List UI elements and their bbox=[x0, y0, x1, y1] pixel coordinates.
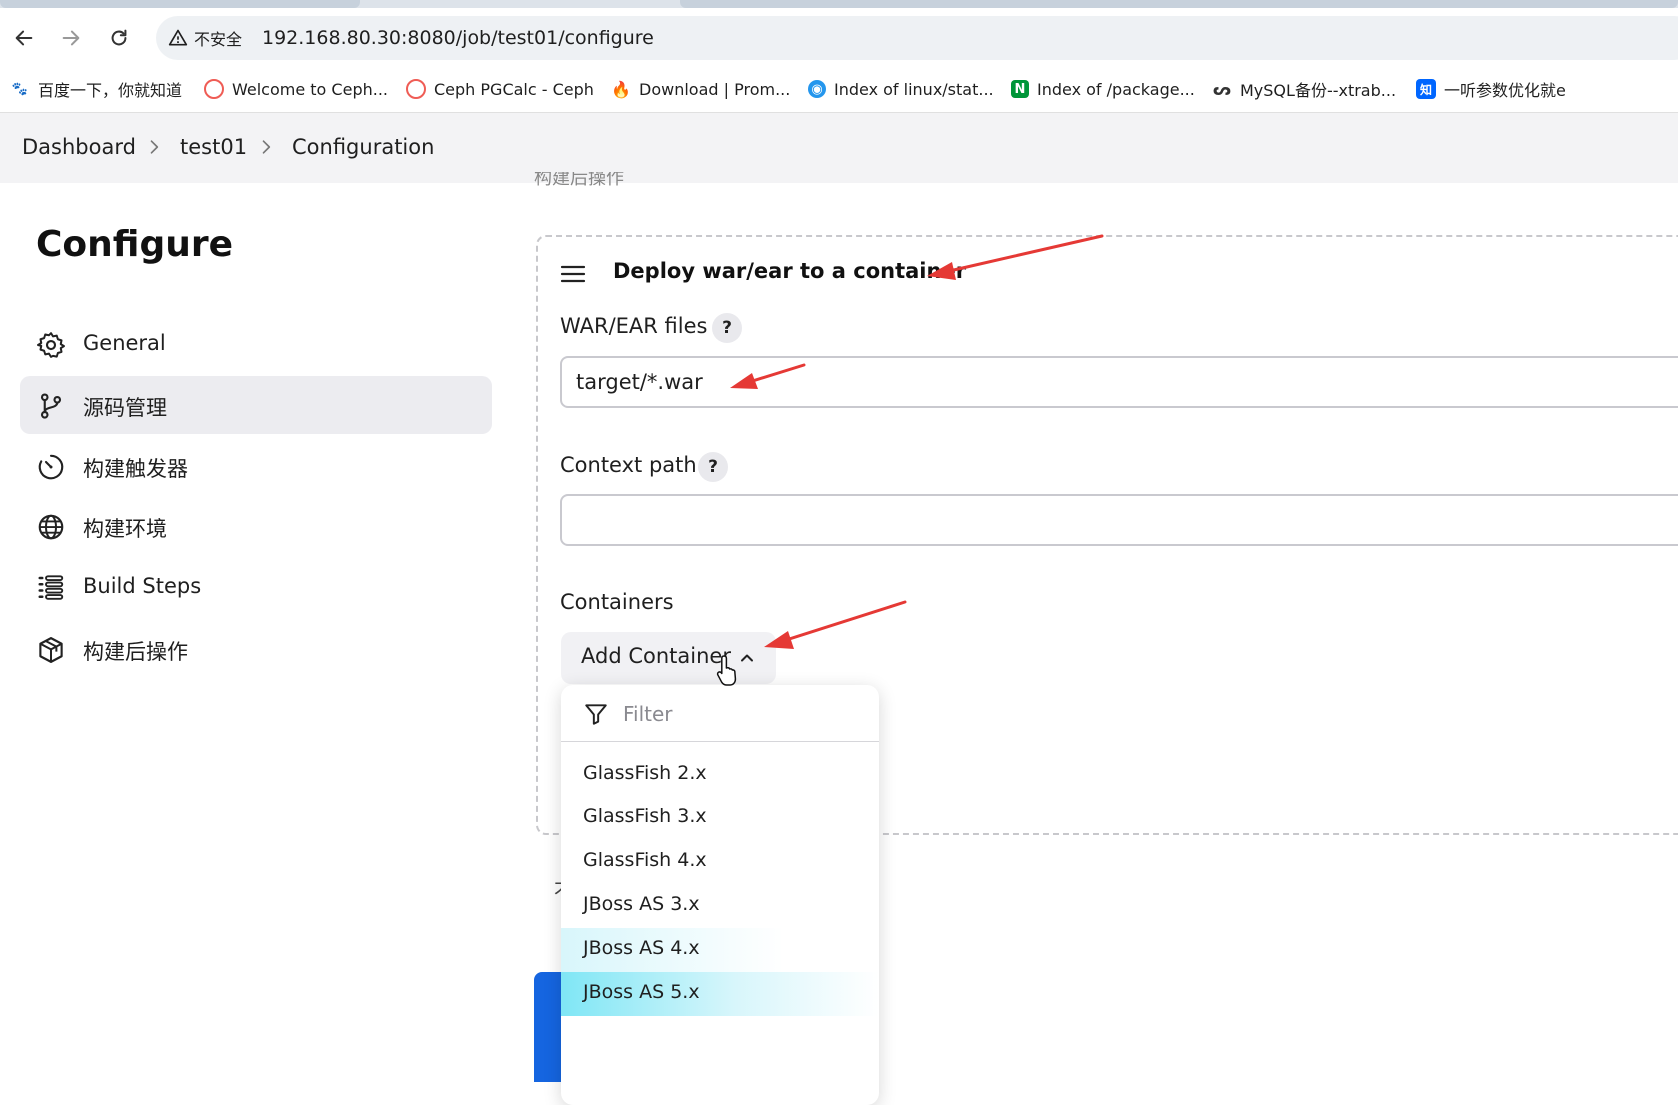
bookmark-label: Index of linux/stat... bbox=[834, 79, 994, 99]
browser-toolbar: 不安全 192.168.80.30:8080/job/test01/config… bbox=[0, 8, 1678, 66]
reload-icon bbox=[111, 29, 127, 46]
bookmark-item[interactable]: 🐾 百度一下，你就知道 bbox=[10, 76, 182, 102]
war-files-help-button[interactable]: ? bbox=[712, 313, 742, 343]
dropdown-item-label: JBoss AS 4.x bbox=[583, 937, 700, 959]
sidebar-item-environment[interactable]: 构建环境 bbox=[20, 497, 492, 555]
add-container-button[interactable]: Add Container bbox=[561, 632, 776, 684]
package-icon bbox=[39, 637, 63, 663]
dropdown-item-jboss-3[interactable]: JBoss AS 3.x bbox=[561, 884, 879, 928]
sidebar-item-label: Build Steps bbox=[83, 574, 202, 598]
bookmark-item[interactable]: N Index of /package... bbox=[1011, 76, 1195, 102]
dropdown-item-glassfish-2[interactable]: GlassFish 2.x bbox=[561, 753, 879, 797]
section-title: Deploy war/ear to a container bbox=[613, 259, 967, 283]
bookmark-label: Index of /package... bbox=[1037, 79, 1195, 99]
chevron-right-icon bbox=[150, 140, 159, 154]
ceph-icon bbox=[406, 79, 426, 99]
dropdown-item-label: JBoss AS 5.x bbox=[583, 981, 700, 1003]
insecure-label: 不安全 bbox=[194, 30, 243, 49]
globe-icon bbox=[38, 514, 64, 540]
bookmark-label: Ceph PGCalc - Ceph bbox=[434, 79, 594, 99]
bookmark-label: Download | Prom... bbox=[639, 79, 791, 99]
dropdown-item-label: GlassFish 3.x bbox=[583, 805, 707, 827]
chevron-right-icon bbox=[262, 140, 271, 154]
branch-icon bbox=[40, 393, 62, 419]
warning-icon bbox=[168, 29, 188, 46]
security-indicator[interactable]: 不安全 bbox=[168, 26, 242, 50]
bookmark-item[interactable]: Welcome to Ceph... bbox=[204, 76, 388, 102]
war-files-label: WAR/EAR files bbox=[560, 314, 708, 338]
nginx-icon: N bbox=[1011, 80, 1029, 98]
section-heading-partial: 构建后操作 bbox=[534, 172, 624, 186]
ceph-icon bbox=[204, 79, 224, 99]
sidebar-item-label: 构建环境 bbox=[83, 517, 167, 541]
bookmark-label: 一听参数优化就e bbox=[1444, 81, 1566, 100]
drag-handle-icon[interactable] bbox=[560, 264, 586, 284]
breadcrumb-job[interactable]: test01 bbox=[180, 135, 247, 159]
forward-button[interactable] bbox=[55, 22, 87, 54]
page-title: Configure bbox=[36, 224, 234, 265]
url-text[interactable]: 192.168.80.30:8080/job/test01/configure bbox=[262, 26, 654, 50]
sidebar-item-label: General bbox=[83, 331, 166, 355]
breadcrumb-dashboard[interactable]: Dashboard bbox=[22, 135, 136, 159]
reload-button[interactable] bbox=[103, 22, 135, 54]
filter-icon bbox=[585, 704, 607, 725]
docker-icon: ◉ bbox=[808, 80, 826, 98]
arrow-left-icon bbox=[15, 30, 33, 46]
filter-input[interactable] bbox=[621, 695, 865, 733]
context-path-help-button[interactable]: ? bbox=[698, 452, 728, 482]
back-button[interactable] bbox=[8, 22, 40, 54]
dropdown-item-jboss-5[interactable]: JBoss AS 5.x bbox=[561, 972, 879, 1016]
mysql-icon: ᔕ bbox=[1212, 79, 1232, 99]
zhihu-icon: 知 bbox=[1416, 79, 1436, 99]
sidebar-item-build-steps[interactable]: Build Steps bbox=[20, 558, 492, 616]
sidebar-item-label: 构建触发器 bbox=[83, 457, 188, 481]
sidebar-item-scm[interactable]: 源码管理 bbox=[20, 376, 492, 434]
hand-cursor-icon bbox=[716, 655, 737, 686]
list-icon bbox=[38, 575, 64, 600]
sidebar-item-label: 构建后操作 bbox=[83, 640, 188, 664]
prometheus-icon: 🔥 bbox=[611, 79, 631, 99]
sidebar-item-triggers[interactable]: 构建触发器 bbox=[20, 437, 492, 495]
bookmark-item[interactable]: Ceph PGCalc - Ceph bbox=[406, 76, 594, 102]
browser-tab[interactable] bbox=[0, 0, 360, 8]
dropdown-filter bbox=[561, 685, 879, 742]
dropdown-item-label: JBoss AS 3.x bbox=[583, 893, 700, 915]
breadcrumb-configuration[interactable]: Configuration bbox=[292, 135, 434, 159]
bookmark-label: MySQL备份--xtrab... bbox=[1240, 81, 1397, 100]
container-type-dropdown: GlassFish 2.x GlassFish 3.x GlassFish 4.… bbox=[561, 685, 879, 1105]
dropdown-item-label: GlassFish 4.x bbox=[583, 849, 707, 871]
dropdown-item-jboss-4[interactable]: JBoss AS 4.x bbox=[561, 928, 879, 972]
gear-icon bbox=[37, 332, 65, 358]
bookmark-item[interactable]: 🔥 Download | Prom... bbox=[611, 76, 790, 102]
bookmark-item[interactable]: 知 一听参数优化就e bbox=[1416, 76, 1566, 102]
sidebar-item-post-build[interactable]: 构建后操作 bbox=[20, 620, 492, 678]
address-bar[interactable]: 不安全 192.168.80.30:8080/job/test01/config… bbox=[156, 16, 1678, 60]
bookmark-label: Welcome to Ceph... bbox=[232, 79, 388, 99]
dropdown-item-glassfish-3[interactable]: GlassFish 3.x bbox=[561, 796, 879, 840]
arrow-right-icon bbox=[62, 30, 80, 46]
sidebar-item-general[interactable]: General bbox=[20, 315, 492, 373]
add-container-label: Add Container bbox=[581, 644, 731, 668]
browser-tab[interactable] bbox=[680, 0, 1678, 8]
baidu-icon: 🐾 bbox=[11, 81, 29, 97]
dropdown-item-label: GlassFish 2.x bbox=[583, 762, 707, 784]
clock-icon bbox=[38, 454, 64, 480]
context-path-label: Context path bbox=[560, 453, 697, 477]
war-files-input[interactable] bbox=[560, 356, 1678, 408]
context-path-input[interactable] bbox=[560, 494, 1678, 546]
bookmark-item[interactable]: ᔕ MySQL备份--xtrab... bbox=[1212, 76, 1396, 102]
bookmarks-bar: 🐾 百度一下，你就知道 Welcome to Ceph... Ceph PGCa… bbox=[0, 66, 1678, 113]
breadcrumb: Dashboard test01 Configuration bbox=[0, 113, 1678, 183]
containers-label: Containers bbox=[560, 590, 674, 614]
tab-strip bbox=[0, 0, 1678, 8]
dropdown-item-glassfish-4[interactable]: GlassFish 4.x bbox=[561, 840, 879, 884]
bookmark-item[interactable]: ◉ Index of linux/stat... bbox=[808, 76, 994, 102]
sidebar-item-label: 源码管理 bbox=[83, 396, 167, 420]
bookmark-label: 百度一下，你就知道 bbox=[38, 81, 183, 100]
